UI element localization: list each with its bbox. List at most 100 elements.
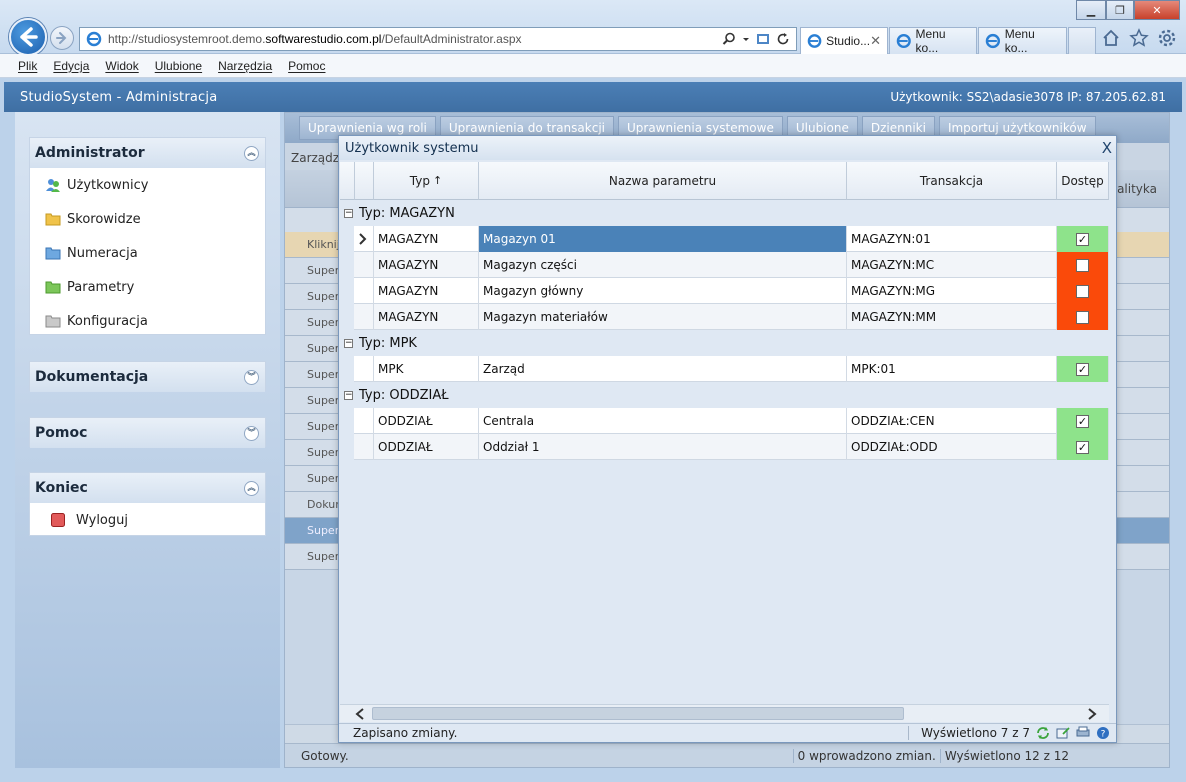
new-tab-button[interactable]: [1068, 27, 1096, 54]
nav-item-konfiguracja[interactable]: Konfiguracja: [30, 304, 265, 338]
cell-transaction[interactable]: MAGAZYN:01: [847, 226, 1057, 252]
cell-transaction[interactable]: ODDZIAŁ:CEN: [847, 408, 1057, 434]
cell-transaction[interactable]: MAGAZYN:MG: [847, 278, 1057, 304]
panel-title: Administrator: [35, 145, 145, 161]
gear-icon[interactable]: [1157, 28, 1177, 48]
scroll-right-icon[interactable]: [1087, 708, 1097, 720]
column-header-typ[interactable]: Typ ↑: [374, 162, 479, 200]
menu-widok[interactable]: Widok: [105, 59, 138, 73]
tab-menu-2[interactable]: Menu ko...: [978, 27, 1067, 55]
cell-transaction[interactable]: MAGAZYN:MM: [847, 304, 1057, 330]
access-checkbox[interactable]: [1076, 284, 1089, 298]
cell-name[interactable]: Centrala: [479, 408, 847, 434]
row-indicator[interactable]: [354, 304, 374, 330]
access-checkbox[interactable]: ✓: [1076, 232, 1089, 246]
compatibility-icon[interactable]: [756, 32, 770, 46]
cell-type[interactable]: ODDZIAŁ: [374, 434, 479, 460]
row-indicator[interactable]: [354, 434, 374, 460]
home-icon[interactable]: [1101, 28, 1121, 48]
cell-type[interactable]: MAGAZYN: [374, 304, 479, 330]
expand-down-icon[interactable]: ︾: [244, 425, 259, 441]
nav-item-parametry[interactable]: Parametry: [30, 270, 265, 304]
grid-row[interactable]: MPK Zarząd MPK:01 ✓: [354, 356, 1109, 382]
panel-header-dokumentacja[interactable]: Dokumentacja ︾: [30, 362, 265, 392]
column-header-nazwa[interactable]: Nazwa parametru: [479, 162, 847, 200]
nav-item-wyloguj[interactable]: Wyloguj: [30, 503, 265, 537]
group-collapse-icon[interactable]: −: [344, 208, 353, 218]
group-collapse-icon[interactable]: −: [344, 390, 353, 400]
tab-studio[interactable]: Studio... ✕: [800, 27, 888, 54]
help-icon[interactable]: ?: [1096, 726, 1110, 740]
collapse-up-icon[interactable]: ︽: [244, 145, 259, 161]
refresh-icon[interactable]: [776, 32, 790, 46]
cell-name[interactable]: Magazyn materiałów: [479, 304, 847, 330]
row-indicator[interactable]: [354, 226, 374, 252]
grid-row[interactable]: ODDZIAŁ Centrala ODDZIAŁ:CEN ✓: [354, 408, 1109, 434]
menu-edycja[interactable]: Edycja: [53, 59, 89, 73]
cell-type[interactable]: ODDZIAŁ: [374, 408, 479, 434]
maximize-button[interactable]: ❐: [1106, 0, 1134, 20]
ie-page-icon: [86, 31, 102, 47]
cell-name[interactable]: Magazyn główny: [479, 278, 847, 304]
row-indicator[interactable]: [354, 252, 374, 278]
row-indicator[interactable]: [354, 356, 374, 382]
nav-item-uzytkownicy[interactable]: Użytkownicy: [30, 168, 265, 202]
dialog-close-icon[interactable]: X: [1102, 139, 1112, 157]
menu-narzedzia[interactable]: Narzędzia: [218, 59, 272, 73]
nav-item-skorowidze[interactable]: Skorowidze: [30, 202, 265, 236]
cell-transaction[interactable]: MAGAZYN:MC: [847, 252, 1057, 278]
back-button[interactable]: [9, 18, 47, 56]
column-label: Nazwa parametru: [608, 173, 717, 188]
grid-row[interactable]: MAGAZYN Magazyn części MAGAZYN:MC: [354, 252, 1109, 278]
cell-type[interactable]: MAGAZYN: [374, 226, 479, 252]
panel-header-pomoc[interactable]: Pomoc ︾: [30, 418, 265, 448]
panel-header-koniec[interactable]: Koniec ︽: [30, 473, 265, 503]
cell-type[interactable]: MPK: [374, 356, 479, 382]
access-checkbox[interactable]: [1076, 310, 1089, 324]
export-icon[interactable]: [1056, 726, 1070, 740]
access-checkbox[interactable]: ✓: [1076, 440, 1089, 454]
column-header-dostep[interactable]: Dostęp: [1057, 162, 1109, 200]
horizontal-scrollbar[interactable]: [340, 704, 1109, 722]
grid-row[interactable]: ODDZIAŁ Oddział 1 ODDZIAŁ:ODD ✓: [354, 434, 1109, 460]
row-indicator[interactable]: [354, 278, 374, 304]
access-checkbox[interactable]: [1076, 258, 1089, 272]
expand-down-icon[interactable]: ︾: [244, 369, 259, 385]
cell-name[interactable]: Magazyn 01: [479, 226, 847, 252]
dropdown-icon[interactable]: [742, 32, 750, 46]
tab-close-icon[interactable]: ✕: [870, 33, 881, 49]
tab-menu-1[interactable]: Menu ko...: [889, 27, 977, 55]
cell-name[interactable]: Magazyn części: [479, 252, 847, 278]
cell-type[interactable]: MAGAZYN: [374, 278, 479, 304]
forward-button[interactable]: [50, 26, 74, 50]
collapse-up-icon[interactable]: ︽: [244, 480, 259, 496]
minimize-button[interactable]: ▁: [1076, 0, 1106, 20]
scroll-thumb[interactable]: [372, 707, 904, 720]
cell-name[interactable]: Zarząd: [479, 356, 847, 382]
scroll-left-icon[interactable]: [355, 708, 365, 720]
cell-transaction[interactable]: MPK:01: [847, 356, 1057, 382]
menu-ulubione[interactable]: Ulubione: [155, 59, 202, 73]
group-collapse-icon[interactable]: −: [344, 338, 353, 348]
column-header-transakcja[interactable]: Transakcja: [847, 162, 1057, 200]
address-bar[interactable]: http://studiosystemroot.demo.softwarestu…: [79, 27, 797, 51]
access-checkbox[interactable]: ✓: [1076, 362, 1089, 376]
window-close-button[interactable]: ✕: [1134, 0, 1180, 20]
grid-row[interactable]: MAGAZYN Magazyn główny MAGAZYN:MG: [354, 278, 1109, 304]
cell-name[interactable]: Oddział 1: [479, 434, 847, 460]
grid-row[interactable]: MAGAZYN Magazyn materiałów MAGAZYN:MM: [354, 304, 1109, 330]
cell-transaction[interactable]: ODDZIAŁ:ODD: [847, 434, 1057, 460]
favorites-star-icon[interactable]: [1129, 28, 1149, 48]
menu-pomoc[interactable]: Pomoc: [288, 59, 325, 73]
nav-item-numeracja[interactable]: Numeracja: [30, 236, 265, 270]
row-indicator[interactable]: [354, 408, 374, 434]
refresh-green-icon[interactable]: [1036, 726, 1050, 740]
menu-plik[interactable]: Plik: [18, 59, 37, 73]
cell-type[interactable]: MAGAZYN: [374, 252, 479, 278]
panel-header-administrator[interactable]: Administrator ︽: [30, 138, 265, 168]
search-icon[interactable]: [722, 32, 736, 46]
grid-row[interactable]: MAGAZYN Magazyn 01 MAGAZYN:01 ✓: [354, 226, 1109, 252]
cell-access: [1057, 278, 1109, 304]
access-checkbox[interactable]: ✓: [1076, 414, 1089, 428]
print-icon[interactable]: [1076, 726, 1090, 740]
